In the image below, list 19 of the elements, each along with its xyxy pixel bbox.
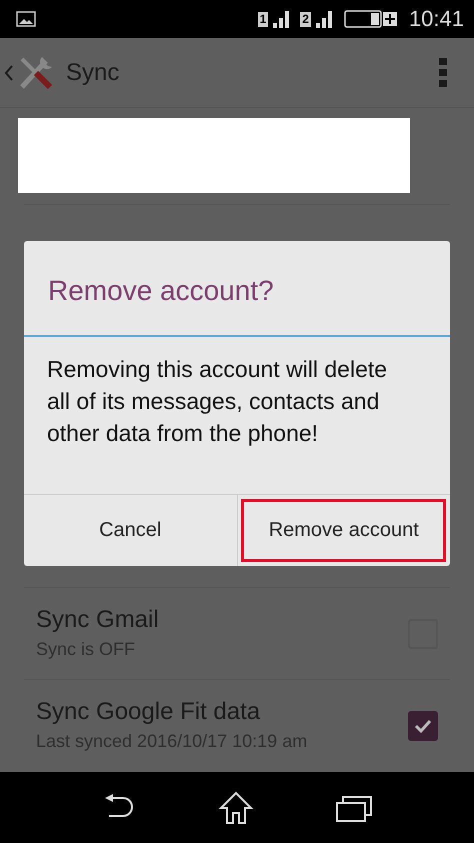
dialog-button[interactable]: Remove account (236, 495, 450, 566)
dialog-button[interactable]: Cancel (24, 495, 236, 566)
sim-label: 2 (300, 12, 311, 26)
screen-title: Sync (66, 58, 120, 86)
more-icon (438, 56, 448, 88)
dialog-title: Remove account? (24, 241, 450, 337)
signal-icon (314, 9, 335, 29)
chevron-left-icon (4, 64, 14, 82)
battery-charging-icon (342, 9, 399, 29)
clock-time: 10:41 (408, 6, 464, 32)
sim-label: 1 (258, 12, 268, 26)
image-icon (16, 11, 36, 27)
checkbox[interactable] (408, 710, 438, 740)
check-icon (413, 718, 433, 734)
overflow-menu-button[interactable] (438, 56, 448, 88)
home-icon (218, 790, 254, 824)
row-title: Sync Google Fit data (36, 698, 262, 726)
dialog-message: Removing this account will delete all of its messages, contacts and other data from the phone! (46, 355, 388, 448)
row-title: Sync Gmail (36, 606, 159, 634)
